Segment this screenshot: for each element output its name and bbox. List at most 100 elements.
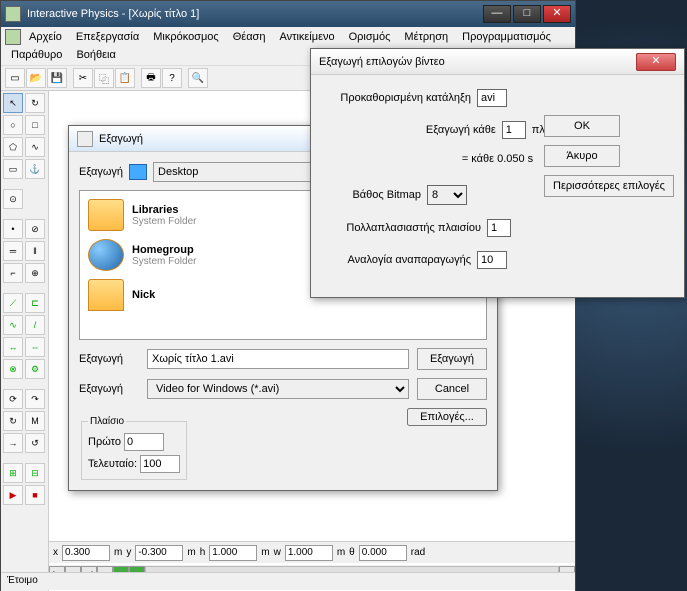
tb-copy-icon[interactable]: ⿻: [94, 68, 114, 88]
tool-curve-icon[interactable]: ∿: [25, 137, 45, 157]
tool-motor-icon[interactable]: M: [25, 411, 45, 431]
tb-print-icon[interactable]: 🖶: [141, 68, 161, 88]
close-button[interactable]: ✕: [543, 5, 571, 23]
tool-stop-icon[interactable]: ■: [25, 485, 45, 505]
video-cancel-button[interactable]: Άκυρο: [544, 145, 620, 167]
tb-open-icon[interactable]: 📂: [26, 68, 46, 88]
tool-hslot-icon[interactable]: ═: [3, 241, 23, 261]
tool-torque-icon[interactable]: ↻: [3, 411, 23, 431]
tb-save-icon[interactable]: 💾: [47, 68, 67, 88]
tool-spring-icon[interactable]: ⟋: [3, 293, 23, 313]
tool-point-icon[interactable]: ⊙: [3, 189, 23, 209]
dialog-icon: [77, 131, 93, 147]
menu-object[interactable]: Αντικείμενο: [273, 29, 340, 45]
coord-h-unit: m: [261, 547, 269, 558]
options-button[interactable]: Επιλογές...: [407, 408, 487, 426]
coord-w-label: w: [274, 547, 281, 558]
video-dialog-titlebar[interactable]: Εξαγωγή επιλογών βίντεο ✕: [311, 49, 684, 75]
tool-damper-icon[interactable]: ⊏: [25, 293, 45, 313]
tool-vslot-icon[interactable]: ‖: [25, 241, 45, 261]
tool-key-icon[interactable]: ⌐: [3, 263, 23, 283]
window-title: Interactive Physics - [Χωρίς τίτλο 1]: [27, 8, 483, 20]
coord-theta-unit: rad: [411, 547, 425, 558]
video-dialog-title: Εξαγωγή επιλογών βίντεο: [319, 56, 636, 68]
tool-palette: ↖↻ ○□ ⬠∿ ▭⚓ ⊙ •⊘ ═‖ ⌐⊕ ⟋⊏ ∿/ ↔⇔ ⊗⚙ ⟳↷ ↻M…: [1, 91, 49, 591]
tool-rope-icon[interactable]: ∿: [3, 315, 23, 335]
tb-paste-icon[interactable]: 📋: [115, 68, 135, 88]
menu-help[interactable]: Βοήθεια: [70, 47, 121, 63]
coord-h-input[interactable]: [209, 545, 257, 561]
ext-input[interactable]: [477, 89, 507, 107]
ok-button[interactable]: OK: [544, 115, 620, 137]
tool-meter2-icon[interactable]: ⊟: [25, 463, 45, 483]
tool-sep-icon[interactable]: ↔: [3, 337, 23, 357]
menu-script[interactable]: Προγραμματισμός: [456, 29, 557, 45]
tool-anchor-icon[interactable]: ⚓: [25, 159, 45, 179]
ratio-input[interactable]: [477, 251, 507, 269]
tool-rotdamp-icon[interactable]: ↷: [25, 389, 45, 409]
menu-view[interactable]: Θέαση: [227, 29, 272, 45]
tool-pulley-icon[interactable]: ⊗: [3, 359, 23, 379]
video-options-dialog: Εξαγωγή επιλογών βίντεο ✕ Προκαθορισμένη…: [310, 48, 685, 298]
menu-file[interactable]: Αρχείο: [23, 29, 68, 45]
last-frame-input[interactable]: [140, 455, 180, 473]
menu-measure[interactable]: Μέτρηση: [398, 29, 454, 45]
depth-select[interactable]: 8: [427, 185, 467, 205]
mult-input[interactable]: [487, 219, 511, 237]
tool-arrow-icon[interactable]: ↖: [3, 93, 23, 113]
tb-help-icon[interactable]: ?: [162, 68, 182, 88]
maximize-button[interactable]: □: [513, 5, 541, 23]
coord-h-label: h: [200, 547, 206, 558]
tool-polygon-icon[interactable]: ⬠: [3, 137, 23, 157]
first-frame-label: Πρώτο: [88, 436, 121, 448]
tool-rotate-icon[interactable]: ↻: [25, 93, 45, 113]
coord-theta-label: θ: [349, 547, 355, 558]
export-button[interactable]: Εξαγωγή: [417, 348, 487, 370]
tool-meter1-icon[interactable]: ⊞: [3, 463, 23, 483]
tb-cut-icon[interactable]: ✂: [73, 68, 93, 88]
coord-w-unit: m: [337, 547, 345, 558]
more-options-button[interactable]: Περισσότερες επιλογές: [544, 175, 674, 197]
coord-x-input[interactable]: [62, 545, 110, 561]
tool-joint-icon[interactable]: ⊕: [25, 263, 45, 283]
tool-rect-icon[interactable]: ▭: [3, 159, 23, 179]
menu-window[interactable]: Παράθυρο: [5, 47, 68, 63]
coord-y-unit: m: [187, 547, 195, 558]
tool-square-icon[interactable]: □: [25, 115, 45, 135]
mult-label: Πολλαπλασιαστής πλαισίου: [321, 222, 481, 234]
desktop-icon: [129, 164, 147, 180]
menu-edit[interactable]: Επεξεργασία: [70, 29, 145, 45]
tool-torque2-icon[interactable]: ↺: [25, 433, 45, 453]
menu-define[interactable]: Ορισμός: [343, 29, 397, 45]
last-frame-label: Τελευταίο:: [88, 458, 137, 470]
tool-play-icon[interactable]: ▶: [3, 485, 23, 505]
equals-text: = κάθε 0.050 s: [462, 153, 533, 165]
every-input[interactable]: [502, 121, 526, 139]
coordinate-bar: x m y m h m w m θ rad: [49, 541, 575, 563]
folder-icon: [88, 199, 124, 231]
menu-app-icon: [5, 29, 21, 45]
tool-actuator-icon[interactable]: ⇔: [25, 337, 45, 357]
dialog-close-button[interactable]: ✕: [636, 53, 676, 71]
tool-gear-icon[interactable]: ⚙: [25, 359, 45, 379]
tool-rod-icon[interactable]: /: [25, 315, 45, 335]
first-frame-input[interactable]: [124, 433, 164, 451]
coord-w-input[interactable]: [285, 545, 333, 561]
filename-input[interactable]: [147, 349, 409, 369]
minimize-button[interactable]: —: [483, 5, 511, 23]
coord-y-input[interactable]: [135, 545, 183, 561]
depth-label: Βάθος Bitmap: [321, 189, 421, 201]
menu-world[interactable]: Μικρόκοσμος: [147, 29, 225, 45]
tool-pin-icon[interactable]: •: [3, 219, 23, 239]
cancel-button[interactable]: Cancel: [417, 378, 487, 400]
tool-circle-icon[interactable]: ○: [3, 115, 23, 135]
tool-rotspring-icon[interactable]: ⟳: [3, 389, 23, 409]
coord-y-label: y: [126, 547, 131, 558]
filetype-select[interactable]: Video for Windows (*.avi): [147, 379, 409, 399]
tool-slot-icon[interactable]: ⊘: [25, 219, 45, 239]
tb-new-icon[interactable]: ▭: [5, 68, 25, 88]
coord-theta-input[interactable]: [359, 545, 407, 561]
tb-zoom-icon[interactable]: 🔍: [188, 68, 208, 88]
tool-force-icon[interactable]: →: [3, 433, 23, 453]
titlebar[interactable]: Interactive Physics - [Χωρίς τίτλο 1] — …: [1, 1, 575, 27]
